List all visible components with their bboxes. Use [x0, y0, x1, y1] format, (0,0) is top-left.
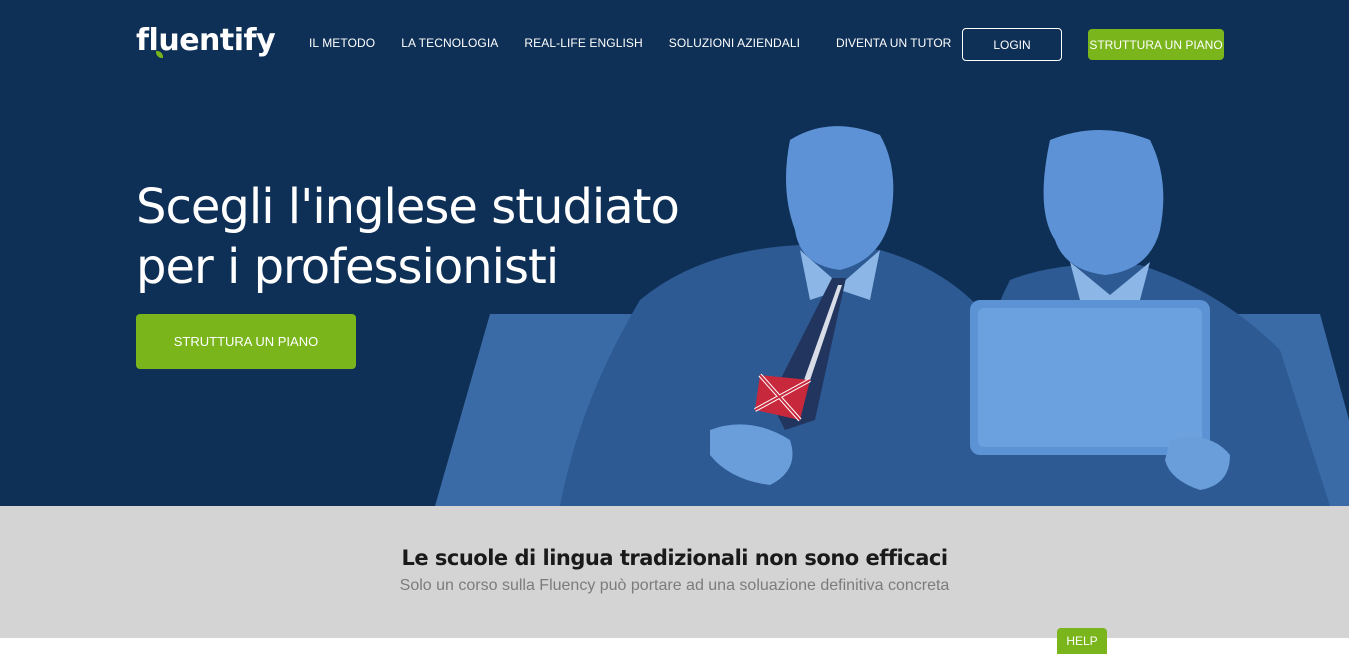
hero-title: Scegli l'inglese studiato per i professi…	[136, 177, 696, 297]
header-plan-button[interactable]: STRUTTURA UN PIANO	[1088, 29, 1224, 60]
nav-link-tecnologia[interactable]: LA TECNOLOGIA	[401, 36, 498, 50]
band-title: Le scuole di lingua tradizionali non son…	[401, 546, 948, 570]
hero-plan-button[interactable]: STRUTTURA UN PIANO	[136, 314, 356, 369]
nav-link-metodo[interactable]: IL METODO	[309, 36, 375, 50]
fluentify-logo[interactable]: fluentify	[136, 17, 276, 63]
become-tutor-link[interactable]: DIVENTA UN TUTOR	[836, 36, 951, 50]
main-nav-links: IL METODO LA TECNOLOGIA REAL-LIFE ENGLIS…	[309, 36, 826, 50]
help-button[interactable]: HELP	[1057, 628, 1107, 654]
hero-section: fluentify IL METODO LA TECNOLOGIA REAL-L…	[0, 0, 1349, 506]
info-band	[0, 506, 1349, 638]
hero-title-line-1: Scegli l'inglese studiato	[136, 179, 680, 235]
nav-link-real-life-english[interactable]: REAL-LIFE ENGLISH	[524, 36, 642, 50]
band-subtitle: Solo un corso sulla Fluency può portare …	[399, 577, 950, 594]
nav-link-soluzioni-aziendali[interactable]: SOLUZIONI AZIENDALI	[669, 36, 800, 50]
hero-title-line-2: per i professionisti	[136, 239, 559, 295]
login-button[interactable]: LOGIN	[962, 28, 1062, 61]
top-navigation: fluentify IL METODO LA TECNOLOGIA REAL-L…	[0, 0, 1349, 88]
